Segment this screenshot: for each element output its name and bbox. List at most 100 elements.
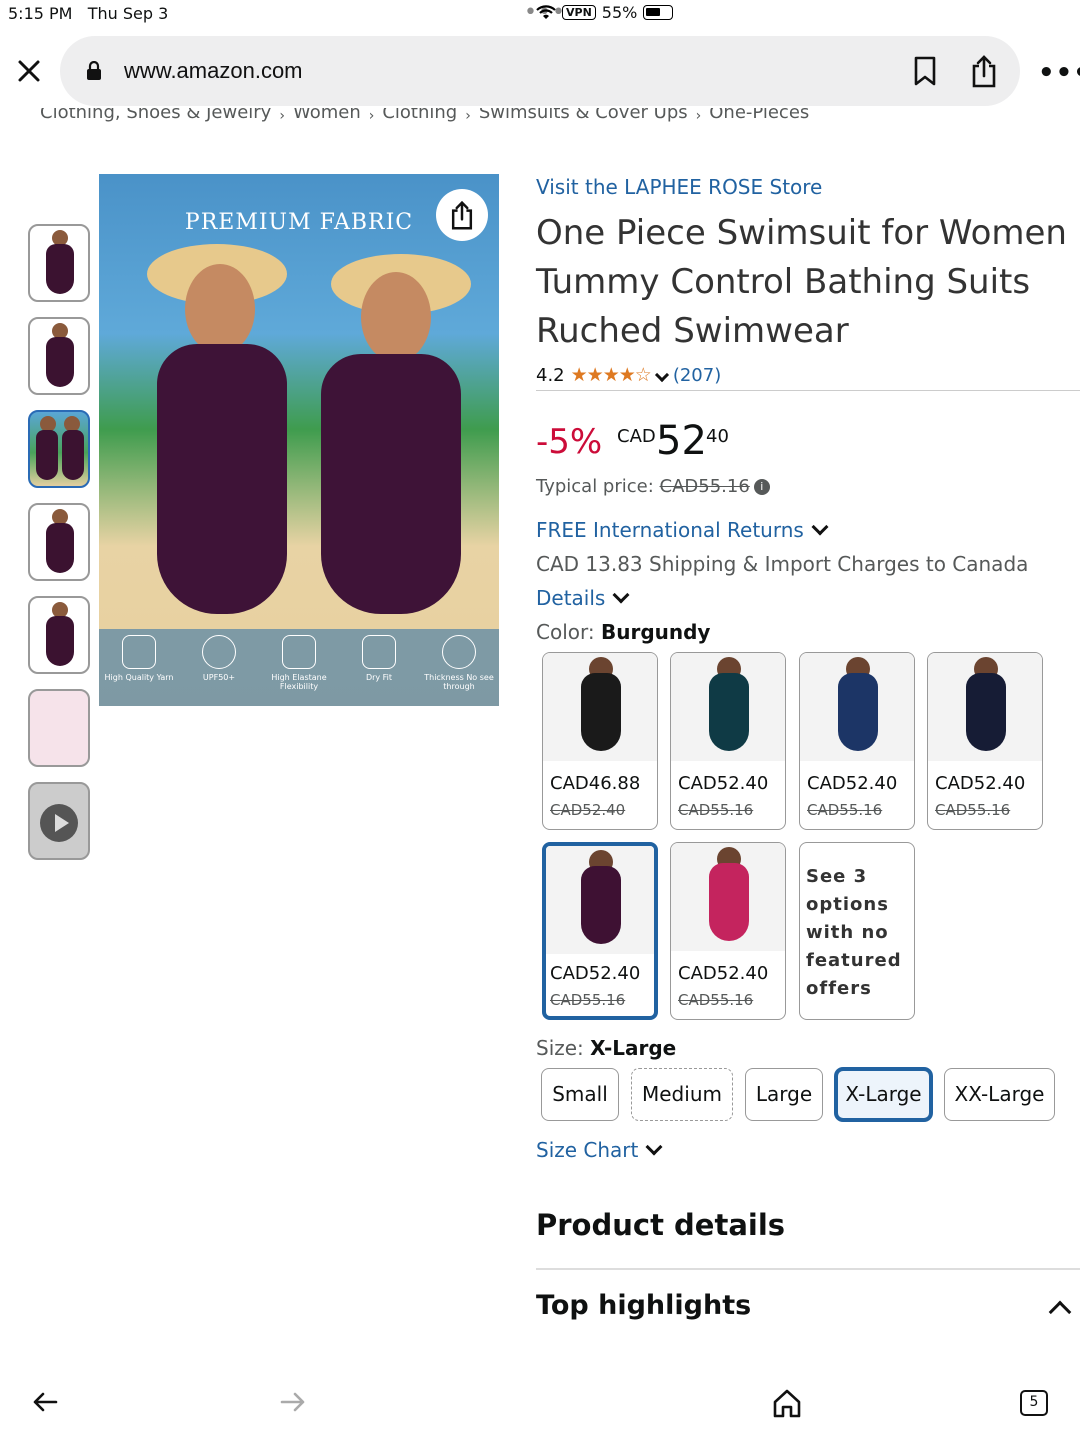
- swatch-price: CAD52.40: [678, 773, 769, 794]
- color-swatch[interactable]: CAD46.88 CAD52.40: [542, 652, 658, 830]
- discount-percent: -5%: [536, 422, 603, 462]
- address-bar[interactable]: www.amazon.com: [60, 36, 1020, 106]
- feature-item: Dry Fit: [344, 635, 414, 706]
- status-time: 5:15 PM Thu Sep 3: [8, 4, 169, 23]
- color-swatch[interactable]: CAD52.40 CAD55.16: [670, 652, 786, 830]
- product-info: Visit the LAPHEE ROSE Store One Piece Sw…: [536, 175, 1080, 388]
- swatch-old-price: CAD55.16: [678, 991, 754, 1009]
- thumbnail[interactable]: [28, 596, 90, 674]
- feature-item: High Quality Yarn: [104, 635, 174, 706]
- battery-percent: 55%: [601, 3, 638, 22]
- color-swatch[interactable]: CAD52.40 CAD55.16: [927, 652, 1043, 830]
- swatch-image: [838, 673, 878, 751]
- swatch-old-price: CAD55.16: [678, 801, 754, 819]
- size-value: X-Large: [590, 1036, 677, 1060]
- chevron-right-icon: ›: [279, 108, 285, 124]
- tabs-button[interactable]: 5: [1020, 1390, 1048, 1416]
- home-icon[interactable]: [772, 1388, 802, 1418]
- feature-item: High Elastane Flexibility: [264, 635, 334, 706]
- wifi-icon: [536, 4, 556, 19]
- rating-value: 4.2: [536, 364, 565, 386]
- share-icon[interactable]: [436, 189, 488, 241]
- size-option-xx-large[interactable]: XX-Large: [944, 1068, 1055, 1121]
- forward-arrow-icon[interactable]: [280, 1390, 306, 1414]
- thumbnail[interactable]: [28, 689, 90, 767]
- size-option-large[interactable]: Large: [745, 1068, 823, 1121]
- thumbnail[interactable]: [28, 503, 90, 581]
- size-label: Size: X-Large: [536, 1036, 677, 1060]
- feature-item: Thickness No see through: [424, 635, 494, 706]
- color-label: Color: Burgundy: [536, 620, 711, 644]
- thickness-icon: [442, 635, 476, 669]
- swatch-image: [581, 866, 621, 944]
- size-option-small[interactable]: Small: [541, 1068, 619, 1121]
- breadcrumb-item[interactable]: Swimsuits & Cover Ups: [479, 108, 688, 123]
- details-link[interactable]: Details: [536, 586, 630, 610]
- thumbnail-selected[interactable]: [28, 410, 90, 488]
- swatch-image: [709, 863, 749, 941]
- returns-link[interactable]: FREE International Returns: [536, 518, 829, 542]
- swatch-price: CAD52.40: [678, 963, 769, 984]
- bottom-toolbar: 5: [0, 1370, 1080, 1440]
- status-bar: 5:15 PM Thu Sep 3 ••• VPN 55%: [0, 0, 1080, 30]
- swatch-old-price: CAD55.16: [550, 991, 626, 1009]
- more-menu-icon[interactable]: •••: [1038, 58, 1080, 88]
- upf-icon: [202, 635, 236, 669]
- color-swatch[interactable]: CAD52.40 CAD55.16: [670, 842, 786, 1020]
- info-icon[interactable]: i: [753, 479, 770, 495]
- back-arrow-icon[interactable]: [32, 1390, 58, 1414]
- color-swatch-selected[interactable]: CAD52.40 CAD55.16: [542, 842, 658, 1020]
- product-main-image[interactable]: PREMIUM FABRIC High Quality Yarn UPF50+ …: [99, 174, 499, 706]
- typical-price: Typical price: CAD55.16 i: [536, 476, 770, 497]
- swatch-old-price: CAD55.16: [935, 801, 1011, 819]
- chevron-right-icon: ›: [368, 108, 375, 124]
- breadcrumb-item[interactable]: Clothing, Shoes & Jewelry: [40, 108, 271, 123]
- size-chart-link[interactable]: Size Chart: [536, 1138, 663, 1162]
- chevron-down-icon[interactable]: [654, 367, 669, 383]
- store-link[interactable]: Visit the LAPHEE ROSE Store: [536, 175, 1080, 205]
- video-thumbnail[interactable]: [28, 782, 90, 860]
- thumbnail[interactable]: [28, 224, 90, 302]
- divider: [536, 390, 1080, 391]
- feature-item: UPF50+: [184, 635, 254, 706]
- breadcrumb-item[interactable]: Women: [293, 108, 361, 123]
- swatch-old-price: CAD52.40: [550, 801, 626, 819]
- review-count-link[interactable]: (207): [673, 365, 721, 386]
- rating-row[interactable]: 4.2 ★★★★☆ (207): [536, 362, 1080, 388]
- battery-icon: [643, 5, 674, 20]
- more-options-swatch[interactable]: See 3 options with no featured offers: [799, 842, 915, 1020]
- breadcrumb-item[interactable]: One-Pieces: [709, 108, 809, 123]
- swatch-price: CAD52.40: [935, 773, 1026, 794]
- breadcrumb: Clothing, Shoes & Jewelry › Women › Clothing…: [40, 108, 1080, 130]
- swatch-image: [709, 673, 749, 751]
- swatch-image: [581, 673, 621, 751]
- top-highlights-heading[interactable]: Top highlights: [536, 1290, 751, 1321]
- price-whole: 52: [656, 418, 707, 464]
- chevron-down-icon[interactable]: [645, 1138, 663, 1156]
- price-currency: CAD: [617, 426, 656, 447]
- chevron-right-icon: ›: [695, 108, 702, 124]
- chevron-down-icon[interactable]: [811, 518, 829, 536]
- dry-fit-icon: [362, 635, 396, 669]
- color-value: Burgundy: [600, 620, 711, 644]
- thumbnail[interactable]: [28, 317, 90, 395]
- star-rating-icon[interactable]: ★★★★☆: [571, 364, 652, 386]
- price-fraction: 40: [706, 426, 729, 447]
- swatch-price: CAD46.88: [550, 773, 641, 794]
- url-text[interactable]: www.amazon.com: [124, 58, 303, 84]
- lock-icon: [87, 61, 101, 80]
- close-icon[interactable]: [14, 56, 44, 86]
- chevron-down-icon[interactable]: [612, 586, 630, 604]
- color-swatch[interactable]: CAD52.40 CAD55.16: [799, 652, 915, 830]
- chevron-right-icon: ›: [465, 108, 471, 124]
- size-option-medium[interactable]: Medium: [631, 1068, 733, 1121]
- breadcrumb-item[interactable]: Clothing: [382, 108, 457, 123]
- size-option-x-large[interactable]: X-Large: [835, 1068, 932, 1121]
- elastane-icon: [282, 635, 316, 669]
- chevron-up-icon[interactable]: [1048, 1300, 1072, 1324]
- play-icon: [40, 804, 78, 842]
- share-icon[interactable]: [970, 54, 998, 88]
- bookmark-icon[interactable]: [912, 56, 938, 86]
- shipping-text: CAD 13.83 Shipping & Import Charges to C…: [536, 552, 1029, 576]
- feature-icons: High Quality Yarn UPF50+ High Elastane F…: [99, 629, 499, 706]
